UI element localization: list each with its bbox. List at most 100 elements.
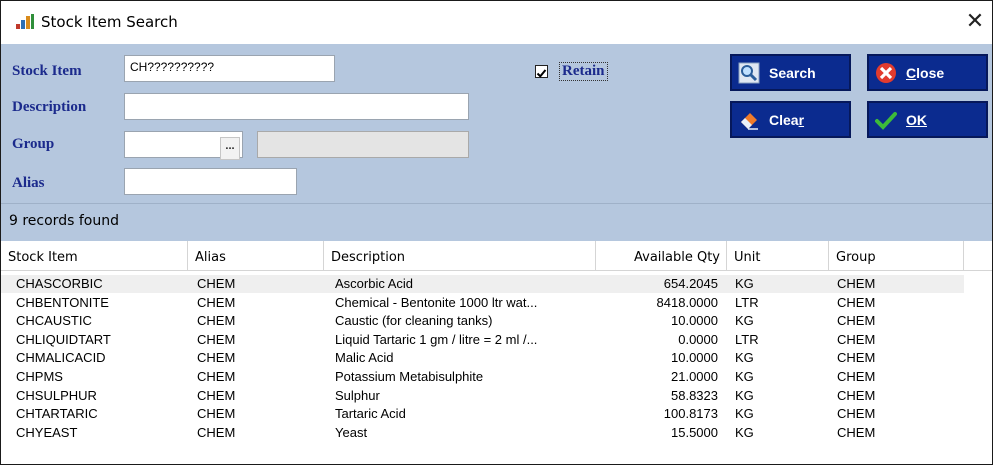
unit-cell: LTR (735, 294, 759, 310)
description-cell: Potassium Metabisulphite (335, 369, 484, 384)
table-row[interactable]: CHTARTARIC CHEM Tartaric Acid 100.8173 KG CHE… (1, 405, 964, 423)
unit-cell: KG (735, 387, 754, 403)
eraser-icon (741, 112, 758, 130)
available-qty-cell: 0.0000 (678, 331, 718, 347)
ok-button-label: OK (906, 111, 927, 128)
available-qty-cell: 10.0000 (671, 350, 718, 366)
group-label: Group (12, 136, 55, 152)
available-qty-cell: 8418.0000 (656, 294, 718, 310)
alias-cell: CHEM (197, 369, 236, 384)
close-icon (876, 62, 896, 83)
alias-cell: CHEM (197, 406, 236, 422)
available-qty-cell: 654.2045 (663, 276, 718, 291)
alias-cell: CHEM (197, 276, 236, 291)
column-header-unit[interactable]: Unit (727, 241, 829, 270)
description-cell: Tartaric Acid (335, 406, 406, 422)
ok-button[interactable]: OK (867, 101, 988, 138)
search-icon (738, 62, 760, 83)
unit-cell: KG (735, 350, 754, 366)
alias-cell: CHEM (197, 424, 236, 440)
stock-item-search-window: Stock Item Search ✕ Stock Item CH???????… (0, 0, 993, 465)
available-qty-cell: 15.5000 (671, 424, 718, 440)
column-header-alias[interactable]: Alias (188, 241, 324, 270)
description-cell: Malic Acid (335, 350, 394, 366)
table-row[interactable]: CHASCORBIC CHEM Ascorbic Acid 654.2045 KG CHE… (1, 275, 964, 293)
available-qty-cell: 10.0000 (671, 313, 718, 329)
grid-header: Stock Item Alias Description Available Q… (1, 241, 992, 271)
description-cell: Sulphur (335, 387, 380, 403)
unit-cell: KG (735, 369, 754, 384)
stock-item-input[interactable]: CH?????????? (124, 55, 335, 82)
column-header-description[interactable]: Description (324, 241, 596, 270)
stock-item-cell: CHASCORBIC (16, 276, 103, 291)
available-qty-cell: 58.8323 (671, 387, 718, 403)
stock-item-cell: CHBENTONITE (16, 294, 109, 310)
checkmark-icon (875, 111, 897, 130)
column-header-group[interactable]: Group (829, 241, 964, 270)
column-header-available-qty[interactable]: Available Qty (596, 241, 727, 270)
clear-button[interactable]: Clear (730, 101, 851, 138)
window-close-icon[interactable]: ✕ (962, 9, 988, 35)
alias-label: Alias (12, 175, 45, 191)
retain-checkbox[interactable] (535, 65, 548, 78)
alias-cell: CHEM (197, 313, 236, 329)
alias-cell: CHEM (197, 350, 236, 366)
group-cell: CHEM (837, 424, 876, 440)
stock-item-cell: CHLIQUIDTART (16, 331, 111, 347)
stock-item-cell: CHCAUSTIC (16, 313, 92, 329)
app-icon (16, 14, 34, 29)
checkmark-icon (536, 69, 547, 78)
unit-cell: KG (735, 313, 754, 329)
stock-item-cell: CHSULPHUR (16, 387, 97, 403)
unit-cell: KG (735, 406, 754, 422)
group-cell: CHEM (837, 369, 876, 384)
close-button-label: Close (906, 64, 945, 81)
group-cell: CHEM (837, 294, 876, 310)
table-row[interactable]: CHYEAST CHEM Yeast 15.5000 KG CHEM (1, 424, 964, 442)
unit-cell: KG (735, 424, 754, 440)
alias-input[interactable] (124, 168, 297, 195)
title-bar: Stock Item Search ✕ (1, 1, 992, 44)
records-count: 9 records found (9, 213, 119, 229)
stock-item-cell: CHTARTARIC (16, 406, 98, 422)
alias-cell: CHEM (197, 294, 236, 310)
table-row[interactable]: CHBENTONITE CHEM Chemical - Bentonite 1000… (1, 294, 964, 312)
description-input[interactable] (124, 93, 469, 120)
group-cell: CHEM (837, 387, 876, 403)
search-button-label: Search (769, 64, 816, 81)
available-qty-cell: 100.8173 (663, 406, 718, 422)
table-row[interactable]: CHPMS CHEM Potassium Metabisulphite 21.0000… (1, 368, 964, 386)
window-title: Stock Item Search (41, 13, 178, 31)
available-qty-cell: 21.0000 (671, 369, 718, 384)
stock-item-cell: CHPMS (16, 369, 63, 384)
search-form: Stock Item CH?????????? Description Grou… (1, 44, 992, 203)
retain-label[interactable]: Retain (559, 62, 608, 81)
description-label: Description (12, 99, 87, 115)
group-cell: CHEM (837, 406, 876, 422)
clear-button-label: Clear (769, 111, 805, 128)
description-cell: Ascorbic Acid (335, 276, 414, 291)
table-row[interactable]: CHSULPHUR CHEM Sulphur 58.8323 KG CHEM (1, 387, 964, 405)
group-cell: CHEM (837, 313, 876, 329)
stock-item-cell: CHMALICACID (16, 350, 106, 366)
group-description-field (257, 131, 469, 158)
description-cell: Yeast (335, 424, 368, 440)
alias-cell: CHEM (197, 331, 236, 347)
stock-item-label: Stock Item (12, 63, 82, 79)
group-cell: CHEM (837, 331, 876, 347)
description-cell: Liquid Tartaric 1 gm / litre = 2 ml /... (335, 331, 538, 347)
table-row[interactable]: CHCAUSTIC CHEM Caustic (for cleaning tanks… (1, 312, 964, 330)
results-grid[interactable]: Stock Item Alias Description Available Q… (1, 241, 992, 464)
alias-cell: CHEM (197, 387, 236, 403)
unit-cell: LTR (735, 331, 759, 347)
column-header-stock-item[interactable]: Stock Item (1, 241, 188, 270)
records-status-bar: 9 records found (1, 203, 992, 241)
description-cell: Chemical - Bentonite 1000 ltr wat... (335, 294, 538, 310)
close-button[interactable]: Close (867, 54, 988, 91)
stock-item-cell: CHYEAST (16, 424, 78, 440)
search-button[interactable]: Search (730, 54, 851, 91)
table-row[interactable]: CHLIQUIDTART CHEM Liquid Tartaric 1 gm / l… (1, 331, 964, 349)
table-row[interactable]: CHMALICACID CHEM Malic Acid 10.0000 KG CHEM (1, 349, 964, 367)
group-browse-button[interactable]: ... (220, 137, 240, 160)
description-cell: Caustic (for cleaning tanks) (335, 313, 493, 329)
